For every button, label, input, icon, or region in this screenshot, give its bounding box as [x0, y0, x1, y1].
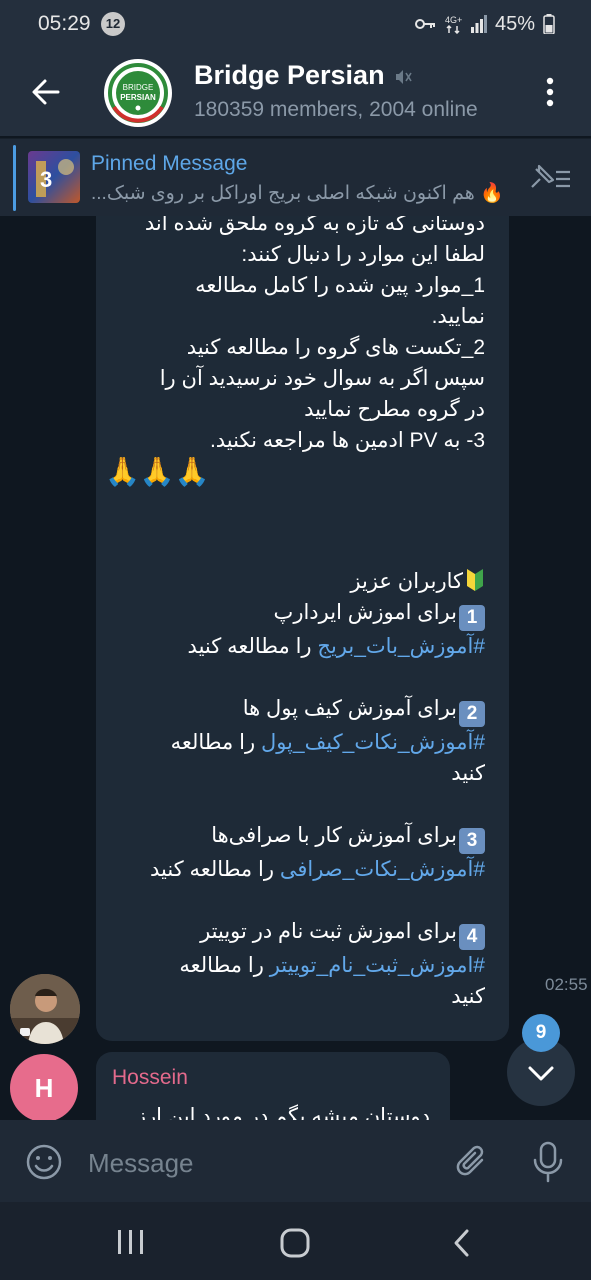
guide-item-1-link-line: #آموزش_بات_بریج را مطالعه کنید [105, 631, 485, 662]
system-navigation-bar [0, 1202, 591, 1280]
guide-item-text: برای اموزش ثبت نام در توییتر [200, 920, 457, 943]
hashtag-link[interactable]: #اموزش_ثبت_نام_توییتر [270, 954, 485, 977]
more-vertical-icon[interactable] [538, 74, 562, 110]
pinned-message-bar[interactable]: 3 Pinned Message 🔥 هم اکنون شبکه اصلی بر… [0, 138, 591, 217]
bridge-persian-logo-icon: BRIDGE PERSIAN [105, 60, 171, 126]
message-line: نمایید. [431, 305, 485, 328]
message-line: 1_موارد پین شده را کامل مطالعه [195, 274, 485, 297]
guide-item-text: برای آموزش کیف پول ها [242, 697, 457, 720]
message-line: لطفا این موارد را دنبال کنند: [241, 243, 485, 266]
keycap-number-icon: 3 [459, 828, 485, 854]
sender-avatar[interactable] [10, 974, 80, 1044]
beginner-symbol-icon [467, 569, 483, 591]
home-icon[interactable] [280, 1228, 310, 1258]
chat-header: BRIDGE PERSIAN Bridge Persian 180359 mem… [0, 48, 591, 136]
battery-icon [543, 14, 555, 34]
guide-item-text: را مطالعه [179, 954, 264, 977]
keycap-number-icon: 1 [459, 605, 485, 631]
muted-speaker-icon [396, 70, 412, 84]
guide-item-4: 4برای اموزش ثبت نام در توییتر [105, 916, 485, 950]
emoji-icon[interactable] [24, 1142, 64, 1182]
greeting-text: کاربران عزیز [350, 570, 463, 593]
battery-percent: 45% [494, 12, 535, 35]
guide-item-3: 3برای آموزش کار با صرافی‌ها [105, 820, 485, 854]
status-time: 05:29 [38, 12, 91, 35]
chat-messages[interactable]: دوستانی که تازه به گروه ملحق شده اند لطف… [0, 216, 591, 1120]
guide-item-3-link-line: #آموزش_نکات_صرافی را مطالعه کنید [105, 854, 485, 885]
message-line: در گروه مطرح نمایید [304, 398, 485, 421]
guide-item-2: 2برای آموزش کیف پول ها [105, 693, 485, 727]
unread-count-badge: 9 [522, 1014, 560, 1052]
message-line: 3- به PV ادمین ها مراجعه نکنید. [209, 429, 485, 452]
pinned-text: 🔥 هم اکنون شبکه اصلی بریج اوراکل بر روی … [91, 183, 504, 204]
guide-item-text: را مطالعه کنید [187, 635, 312, 658]
hashtag-link[interactable]: #آموزش_نکات_صرافی [280, 858, 485, 881]
microphone-icon[interactable] [530, 1140, 566, 1184]
svg-text:PERSIAN: PERSIAN [120, 93, 156, 102]
recent-apps-icon[interactable] [116, 1228, 146, 1256]
guide-item-4-link-line: #اموزش_ثبت_نام_توییتر را مطالعه [105, 950, 485, 981]
message-line: 2_تکست های گروه را مطالعه کنید [186, 336, 485, 359]
status-icons: 4G+ 45% [414, 10, 555, 38]
guide-item-text: کنید [451, 762, 485, 785]
group-avatar[interactable]: BRIDGE PERSIAN [104, 59, 172, 127]
sender-avatar-letter[interactable]: H [10, 1054, 78, 1120]
svg-text:3: 3 [40, 167, 52, 192]
network-4g-icon: 4G+ [445, 15, 462, 34]
pinned-thumbnail: 3 [28, 151, 80, 203]
message-bubble[interactable]: دوستانی که تازه به گروه ملحق شده اند لطف… [96, 216, 588, 1041]
keycap-number-icon: 2 [459, 701, 485, 727]
message-time: 02:55 [545, 975, 588, 994]
chat-subtitle: 180359 members, 2004 online [194, 98, 478, 121]
pinned-indicator [13, 145, 16, 211]
hashtag-link[interactable]: #آموزش_نکات_کیف_پول [261, 731, 485, 754]
signal-icon [470, 15, 487, 33]
keycap-number-icon: 4 [459, 924, 485, 950]
guide-item-text: را مطالعه کنید [149, 858, 274, 881]
key-icon [414, 19, 435, 29]
message-line: دوستانی که تازه به گروه ملحق شده اند [144, 216, 485, 235]
message-input[interactable] [86, 1142, 430, 1184]
hashtag-link[interactable]: #آموزش_بات_بریج [317, 635, 485, 658]
attach-paperclip-icon[interactable] [454, 1142, 492, 1182]
message-bubble[interactable]: Hossein دوستان میشه بگم در مورد این ارز [96, 1052, 450, 1120]
system-back-icon[interactable] [450, 1228, 474, 1258]
message-text: دوستان میشه بگم در مورد این ارز [135, 1105, 430, 1120]
guide-item-1: 1برای اموزش ایردارپ [105, 597, 485, 631]
message-text-guide: کاربران عزیز 1برای اموزش ایردارپ #آموزش_… [105, 566, 485, 1012]
guide-item-2-link-line: #آموزش_نکات_کیف_پول را مطالعه [105, 727, 485, 758]
svg-text:BRIDGE: BRIDGE [123, 83, 154, 92]
message-text-top: دوستانی که تازه به گروه ملحق شده اند لطف… [105, 216, 485, 487]
greeting-line: کاربران عزیز [105, 566, 485, 597]
prayer-emoji: 🙏🙏🙏 [105, 456, 210, 487]
guide-item-text: برای اموزش ایردارپ [273, 601, 457, 624]
pin-list-icon[interactable] [526, 161, 572, 195]
user-photo [10, 974, 80, 1044]
back-arrow-icon[interactable] [26, 72, 66, 112]
guide-item-text: را مطالعه [170, 731, 256, 754]
svg-text:4G+: 4G+ [445, 15, 462, 25]
chat-title[interactable]: Bridge Persian [194, 60, 385, 91]
pinned-title: Pinned Message [91, 152, 248, 175]
message-input-bar [0, 1120, 591, 1202]
notification-count-badge: 12 [101, 12, 125, 36]
guide-item-text: برای آموزش کار با صرافی‌ها [211, 824, 457, 847]
sender-name[interactable]: Hossein [112, 1066, 188, 1090]
guide-item-text: کنید [451, 985, 485, 1008]
message-line: سپس اگر به سوال خود نرسیدید آن را [159, 367, 485, 390]
status-bar: 05:29 12 4G+ 45% [0, 0, 591, 48]
